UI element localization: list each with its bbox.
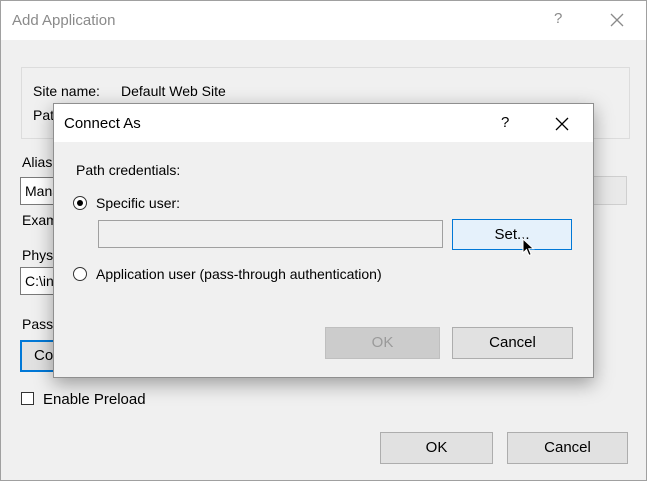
set-button[interactable]: Set... [452,219,572,250]
enable-preload-label: Enable Preload [43,391,146,408]
path-credentials-label: Path credentials: [76,162,181,178]
outer-help-button[interactable]: ? [554,10,562,27]
site-name-value: Default Web Site [121,83,226,99]
specific-user-input [98,220,443,248]
specific-user-radio[interactable] [73,196,87,210]
connect-as-title: Connect As [64,115,141,132]
outer-dialog-title: Add Application [12,12,116,29]
path-label: Pat [33,107,55,123]
outer-titlebar: Add Application ? [1,1,646,40]
radio-selected-icon [77,200,83,206]
inner-titlebar: Connect As ? [54,104,593,142]
connect-as-dialog: Connect As ? Path credentials: Specific … [53,103,594,378]
physical-path-label: Phys [22,247,54,263]
application-user-radio[interactable] [73,267,87,281]
connect-as-ok-button: OK [325,327,440,359]
specific-user-label: Specific user: [96,195,181,211]
close-icon[interactable] [554,116,570,132]
site-name-label: Site name: [33,83,100,99]
close-icon[interactable] [608,11,626,29]
inner-help-button[interactable]: ? [501,114,509,131]
outer-ok-button[interactable]: OK [380,432,493,464]
mouse-cursor-icon [522,238,535,257]
connect-as-cancel-button[interactable]: Cancel [452,327,573,359]
alias-label: Alias [22,154,53,170]
application-user-label: Application user (pass-through authentic… [96,266,382,282]
outer-cancel-button[interactable]: Cancel [507,432,628,464]
enable-preload-checkbox[interactable] [21,392,34,405]
